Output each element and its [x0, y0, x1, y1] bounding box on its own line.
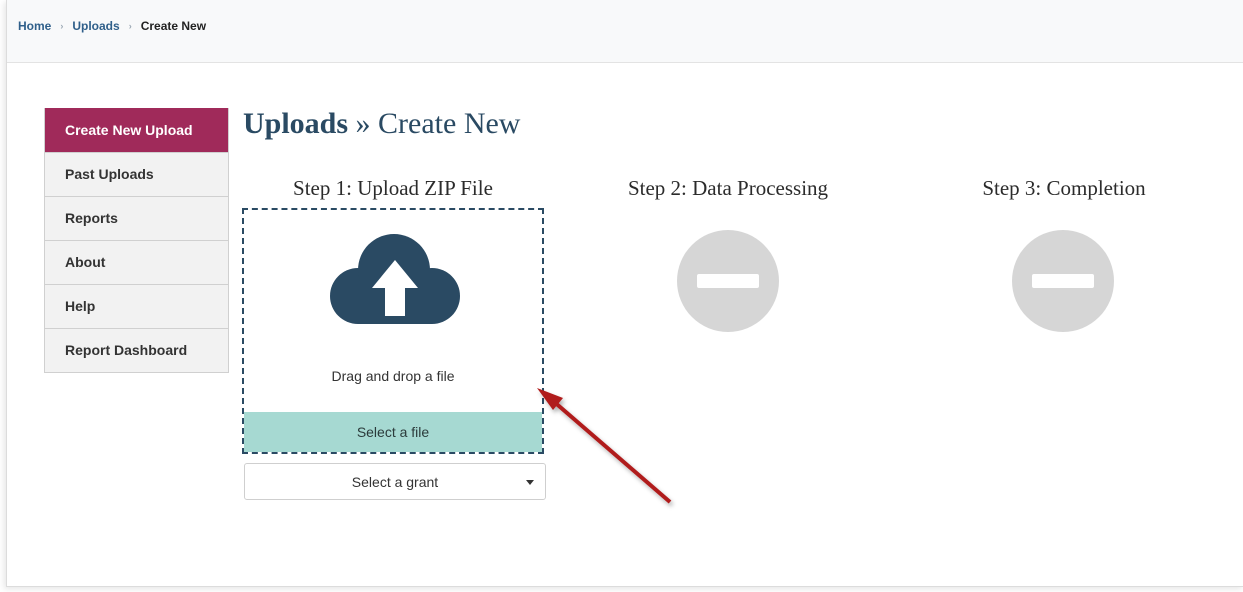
annotation-arrow-icon: [537, 388, 672, 504]
page-frame: Home › Uploads › Create New Create New U…: [6, 0, 1243, 587]
